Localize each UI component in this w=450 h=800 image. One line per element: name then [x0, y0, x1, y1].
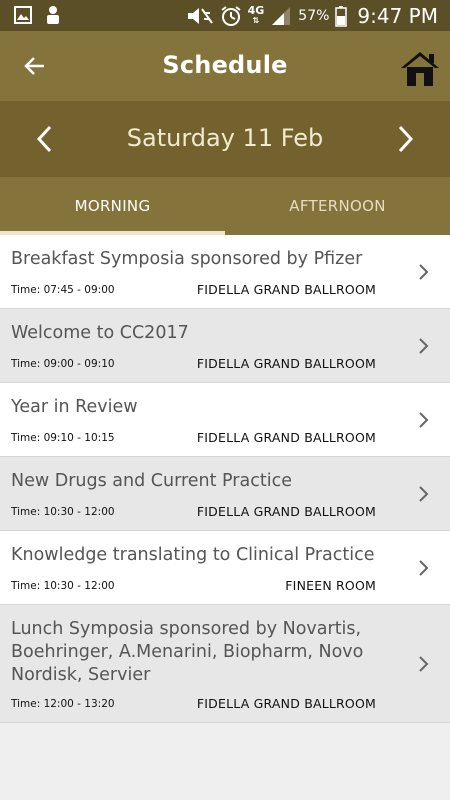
- session-room: FIDELLA GRAND BALLROOM: [196, 430, 376, 445]
- session-time: Time: 12:00 - 13:20: [11, 698, 115, 710]
- session-time: Time: 09:10 - 10:15: [11, 432, 115, 444]
- page-title: Schedule: [162, 51, 288, 79]
- battery-icon: [335, 6, 348, 27]
- chevron-right-icon: [419, 264, 429, 280]
- session-time: Time: 09:00 - 09:10: [11, 358, 115, 370]
- session-title: Knowledge translating to Clinical Practi…: [11, 545, 375, 565]
- session-title: New Drugs and Current Practice: [11, 471, 292, 491]
- session-room: FIDELLA GRAND BALLROOM: [196, 696, 376, 711]
- list-item[interactable]: Lunch Symposia sponsored by Novartis, Bo…: [0, 605, 450, 723]
- network-type: 4G ⇅: [247, 4, 265, 25]
- session-time: Time: 07:45 - 09:00: [11, 284, 115, 296]
- session-room: FIDELLA GRAND BALLROOM: [196, 504, 376, 519]
- tab-morning[interactable]: MORNING: [0, 177, 225, 235]
- app-bar: Schedule: [0, 31, 450, 101]
- chevron-right-icon: [419, 560, 429, 576]
- chevron-right-icon: [419, 486, 429, 502]
- current-date: Saturday 11 Feb: [126, 124, 324, 152]
- home-button[interactable]: [400, 49, 440, 89]
- list-item[interactable]: Welcome to CC2017 Time: 09:00 - 09:10 FI…: [0, 309, 450, 383]
- chevron-right-icon: [419, 338, 429, 354]
- session-room: FIDELLA GRAND BALLROOM: [196, 356, 376, 371]
- session-time: Time: 10:30 - 12:00: [11, 506, 115, 518]
- session-tabs: MORNING AFTERNOON: [0, 177, 450, 235]
- chevron-right-icon: [419, 656, 429, 672]
- session-title: Year in Review: [11, 397, 138, 417]
- session-title: Welcome to CC2017: [11, 323, 189, 343]
- signal-icon: [272, 7, 291, 25]
- alarm-icon: [220, 6, 241, 26]
- tab-afternoon[interactable]: AFTERNOON: [225, 177, 450, 235]
- clock: 9:47 PM: [357, 4, 438, 28]
- battery-percent: 57%: [298, 8, 330, 24]
- chevron-right-icon: [419, 412, 429, 428]
- gallery-icon: [14, 6, 32, 24]
- session-title: Lunch Symposia sponsored by Novartis, Bo…: [11, 619, 364, 685]
- list-item[interactable]: Breakfast Symposia sponsored by Pfizer T…: [0, 235, 450, 309]
- notification-app-icon: [47, 6, 59, 24]
- session-room: FIDELLA GRAND BALLROOM: [196, 282, 376, 297]
- status-bar: 4G ⇅ 57% 9:47 PM: [0, 0, 450, 31]
- home-icon: [401, 52, 439, 86]
- session-title: Breakfast Symposia sponsored by Pfizer: [11, 249, 363, 269]
- session-time: Time: 10:30 - 12:00: [11, 580, 115, 592]
- next-day-button[interactable]: [390, 121, 420, 157]
- list-item[interactable]: Year in Review Time: 09:10 - 10:15 FIDEL…: [0, 383, 450, 457]
- session-room: FINEEN ROOM: [285, 578, 376, 593]
- list-item[interactable]: New Drugs and Current Practice Time: 10:…: [0, 457, 450, 531]
- list-item[interactable]: Knowledge translating to Clinical Practi…: [0, 531, 450, 605]
- mute-icon: [187, 8, 213, 24]
- chevron-right-icon: [398, 125, 414, 153]
- session-list: Breakfast Symposia sponsored by Pfizer T…: [0, 235, 450, 723]
- date-navigation: Saturday 11 Feb: [0, 101, 450, 177]
